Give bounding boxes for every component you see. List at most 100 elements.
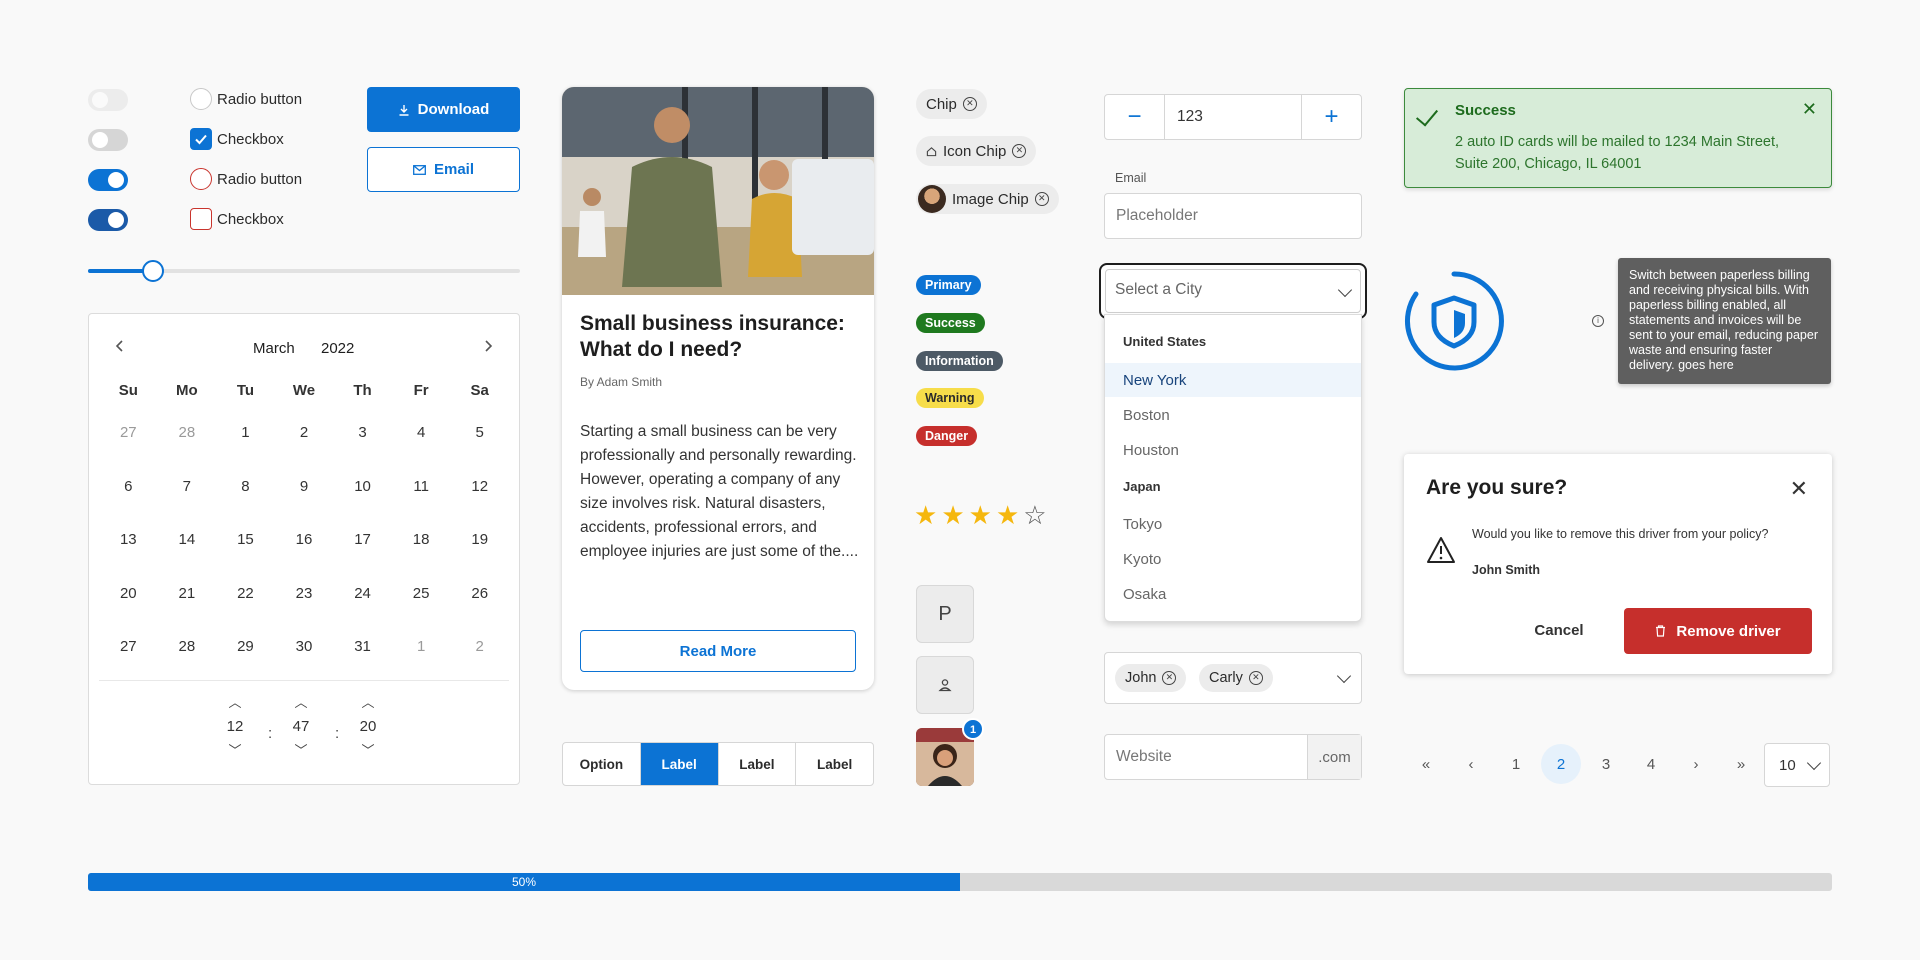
cancel-button[interactable]: Cancel xyxy=(1514,608,1604,652)
calendar-day[interactable]: 19 xyxy=(450,517,509,571)
second-value[interactable]: 20 xyxy=(348,712,388,742)
toggle-on[interactable] xyxy=(88,169,128,191)
slider-track[interactable] xyxy=(88,260,520,282)
calendar-day[interactable]: 31 xyxy=(333,624,392,678)
slider-thumb[interactable] xyxy=(141,260,164,282)
calendar-day[interactable]: 9 xyxy=(275,464,334,518)
star-filled-icon[interactable]: ★ xyxy=(941,502,964,528)
chevron-right-icon[interactable] xyxy=(477,338,499,360)
close-circle-icon[interactable]: ✕ xyxy=(1012,144,1027,158)
chevron-down-icon[interactable] xyxy=(1336,668,1352,684)
calendar-day[interactable]: 22 xyxy=(216,571,275,625)
calendar-day[interactable]: 3 xyxy=(333,410,392,464)
radio-button-error[interactable] xyxy=(190,168,212,190)
star-empty-icon[interactable]: ☆ xyxy=(1023,502,1046,528)
calendar-day[interactable]: 4 xyxy=(392,410,451,464)
stepper-value[interactable]: 123 xyxy=(1177,108,1203,126)
calendar-day[interactable]: 1 xyxy=(392,624,451,678)
close-circle-icon[interactable]: ✕ xyxy=(1034,192,1049,206)
calendar-day[interactable]: 2 xyxy=(450,624,509,678)
page-3[interactable]: 3 xyxy=(1586,744,1626,784)
email-field[interactable]: Placeholder xyxy=(1104,193,1362,239)
calendar-day[interactable]: 30 xyxy=(275,624,334,678)
calendar-day[interactable]: 17 xyxy=(333,517,392,571)
star-rating[interactable]: ★ ★ ★ ★ ☆ xyxy=(914,502,1047,528)
option-tokyo[interactable]: Tokyo xyxy=(1105,507,1361,541)
chip[interactable]: Chip ✕ xyxy=(916,89,987,119)
calendar-day[interactable]: 21 xyxy=(158,571,217,625)
toggle-on-focused[interactable] xyxy=(88,209,128,231)
calendar-day[interactable]: 27 xyxy=(99,410,158,464)
download-button[interactable]: Download xyxy=(367,87,520,132)
calendar-day[interactable]: 23 xyxy=(275,571,334,625)
checkbox-checked[interactable] xyxy=(190,128,212,150)
calendar-day[interactable]: 15 xyxy=(216,517,275,571)
close-circle-icon[interactable]: ✕ xyxy=(962,97,977,111)
chevron-left-icon[interactable] xyxy=(109,338,131,360)
calendar-day[interactable]: 5 xyxy=(450,410,509,464)
calendar-day[interactable]: 25 xyxy=(392,571,451,625)
chevron-down-icon[interactable]: ﹀ xyxy=(348,742,388,760)
last-page-icon[interactable]: » xyxy=(1721,744,1761,784)
chevron-up-icon[interactable]: ︿ xyxy=(281,694,321,712)
calendar-day[interactable]: 1 xyxy=(216,410,275,464)
calendar-day[interactable]: 28 xyxy=(158,624,217,678)
star-filled-icon[interactable]: ★ xyxy=(914,502,937,528)
option-houston[interactable]: Houston xyxy=(1105,433,1361,467)
star-filled-icon[interactable]: ★ xyxy=(969,502,992,528)
calendar-day[interactable]: 16 xyxy=(275,517,334,571)
chevron-down-icon[interactable]: ﹀ xyxy=(215,742,255,760)
chevron-up-icon[interactable]: ︿ xyxy=(215,694,255,712)
calendar-day[interactable]: 2 xyxy=(275,410,334,464)
calendar-day[interactable]: 28 xyxy=(158,410,217,464)
chevron-down-icon[interactable]: ﹀ xyxy=(281,742,321,760)
read-more-button[interactable]: Read More xyxy=(580,630,856,672)
selected-chip-john[interactable]: John ✕ xyxy=(1115,664,1187,692)
checkbox-error[interactable] xyxy=(190,208,212,230)
star-filled-icon[interactable]: ★ xyxy=(996,502,1019,528)
close-icon[interactable]: ✕ xyxy=(1790,476,1808,502)
calendar-day[interactable]: 10 xyxy=(333,464,392,518)
option-kyoto[interactable]: Kyoto xyxy=(1105,542,1361,576)
email-button[interactable]: Email xyxy=(367,147,520,192)
calendar-day[interactable]: 24 xyxy=(333,571,392,625)
info-icon[interactable]: i xyxy=(1592,315,1604,327)
remove-driver-button[interactable]: Remove driver xyxy=(1624,608,1812,654)
calendar-day[interactable]: 11 xyxy=(392,464,451,518)
website-field[interactable]: Website .com xyxy=(1104,734,1362,780)
toggle-off[interactable] xyxy=(88,129,128,151)
segment-label[interactable]: Label xyxy=(796,743,873,785)
chevron-right-icon[interactable]: › xyxy=(1676,744,1716,784)
chevron-left-icon[interactable]: ‹ xyxy=(1451,744,1491,784)
calendar-day[interactable]: 14 xyxy=(158,517,217,571)
calendar-day[interactable]: 20 xyxy=(99,571,158,625)
calendar-day[interactable]: 29 xyxy=(216,624,275,678)
calendar-day[interactable]: 27 xyxy=(99,624,158,678)
avatar-initial[interactable]: P xyxy=(916,585,974,643)
close-circle-icon[interactable]: ✕ xyxy=(1248,671,1263,685)
toggle-disabled[interactable] xyxy=(88,89,128,111)
plus-icon[interactable]: + xyxy=(1301,95,1361,139)
option-boston[interactable]: Boston xyxy=(1105,398,1361,432)
calendar-day[interactable]: 13 xyxy=(99,517,158,571)
segment-label-active[interactable]: Label xyxy=(640,743,719,785)
calendar-day[interactable]: 18 xyxy=(392,517,451,571)
multi-select[interactable]: John ✕ Carly ✕ xyxy=(1104,652,1362,704)
first-page-icon[interactable]: « xyxy=(1406,744,1446,784)
segment-option[interactable]: Option xyxy=(563,743,641,785)
icon-chip[interactable]: Icon Chip ✕ xyxy=(916,136,1037,166)
close-circle-icon[interactable]: ✕ xyxy=(1162,671,1177,685)
image-chip[interactable]: Image Chip ✕ xyxy=(916,184,1059,214)
hour-value[interactable]: 12 xyxy=(215,712,255,742)
calendar-day[interactable]: 12 xyxy=(450,464,509,518)
calendar-year[interactable]: 2022 xyxy=(321,340,354,357)
calendar-day[interactable]: 6 xyxy=(99,464,158,518)
page-2-current[interactable]: 2 xyxy=(1541,744,1581,784)
chevron-up-icon[interactable]: ︿ xyxy=(348,694,388,712)
minute-value[interactable]: 47 xyxy=(281,712,321,742)
avatar-user[interactable] xyxy=(916,656,974,714)
page-4[interactable]: 4 xyxy=(1631,744,1671,784)
segment-label[interactable]: Label xyxy=(719,743,797,785)
calendar-day[interactable]: 7 xyxy=(158,464,217,518)
page-1[interactable]: 1 xyxy=(1496,744,1536,784)
